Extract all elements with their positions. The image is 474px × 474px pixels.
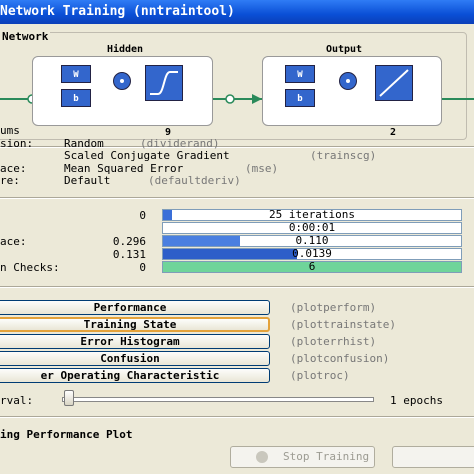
progress-epoch-start: 0: [139, 209, 146, 222]
progress-validation-text: 6: [308, 260, 316, 273]
algorithms-section-label: ums: [0, 124, 20, 137]
output-transfer-function: [375, 65, 413, 101]
progress-performance-text: 0.110: [295, 234, 329, 247]
stop-training-button[interactable]: Stop Training: [230, 446, 375, 468]
status-message: ing Performance Plot: [0, 428, 133, 441]
main-frame: Network Hidden W b 9 Output W b 2 ums si…: [0, 24, 474, 474]
algo-label-3: re:: [0, 174, 20, 187]
algo-value-1: Scaled Conjugate Gradient: [64, 149, 230, 162]
divider: [0, 416, 474, 418]
plot-interval-slider-track[interactable]: [62, 397, 374, 402]
divider: [0, 197, 474, 199]
algo-code-2: (mse): [245, 162, 279, 175]
roc-plot-button[interactable]: er Operating Characteristic: [0, 368, 270, 383]
progress-gradient-bar: 0.0139: [162, 248, 462, 260]
hidden-weight-block: W: [61, 65, 91, 83]
hidden-bias-block: b: [61, 89, 91, 107]
hidden-layer-title: Hidden: [106, 44, 144, 55]
plot-interval-value: 1 epochs: [390, 394, 443, 407]
progress-performance-start: 0.296: [112, 235, 146, 248]
roc-plot-code: (plotroc): [290, 369, 350, 382]
confusion-plot-button[interactable]: Confusion: [0, 351, 270, 366]
training-state-plot-button[interactable]: Training State: [0, 317, 270, 332]
output-layer-title: Output: [325, 44, 363, 55]
error-histogram-plot-code: (ploterrhist): [290, 335, 377, 348]
progress-epoch-text: 25 iterations: [268, 208, 356, 221]
performance-plot-button[interactable]: Performance: [0, 300, 270, 315]
hidden-sum-node: [113, 72, 131, 90]
output-layer-block: W b: [262, 56, 442, 126]
window-title: Network Training (nntraintool): [0, 4, 235, 19]
progress-time-bar: 0:00:01: [162, 222, 462, 234]
output-sum-node: [339, 72, 357, 90]
algo-code-1: (trainscg): [310, 149, 377, 162]
progress-performance-bar: 0.110: [162, 235, 462, 247]
window-titlebar: Network Training (nntraintool): [0, 0, 474, 24]
progress-time-text: 0:00:01: [288, 221, 336, 234]
progress-validation-start: 0: [139, 261, 146, 274]
algo-label-0: sion:: [0, 137, 34, 150]
hidden-transfer-function: [145, 65, 183, 101]
progress-validation-bar: 6: [162, 261, 462, 273]
error-histogram-plot-button[interactable]: Error Histogram: [0, 334, 270, 349]
plot-interval-slider-thumb[interactable]: [64, 390, 74, 406]
performance-plot-code: (plotperform): [290, 301, 377, 314]
divider: [0, 286, 474, 288]
progress-performance-label: ace:: [0, 235, 27, 248]
confusion-plot-code: (plotconfusion): [290, 352, 390, 365]
stop-icon: [256, 451, 268, 463]
output-bias-block: b: [285, 89, 315, 107]
stop-training-label: Stop Training: [283, 450, 370, 463]
progress-gradient-start: 0.131: [112, 248, 146, 261]
progress-gradient-text: 0.0139: [292, 247, 332, 260]
plot-interval-label: rval:: [0, 394, 34, 407]
cancel-button[interactable]: [392, 446, 474, 468]
output-layer-count: 2: [390, 127, 397, 138]
network-section-label: Network: [0, 30, 51, 43]
algo-value-3: Default: [64, 174, 111, 187]
output-weight-block: W: [285, 65, 315, 83]
hidden-layer-block: W b: [32, 56, 213, 126]
training-state-plot-code: (plottrainstate): [290, 318, 396, 331]
progress-validation-label: n Checks:: [0, 261, 60, 274]
algo-code-3: (defaultderiv): [148, 174, 241, 187]
progress-epoch-bar: 25 iterations: [162, 209, 462, 221]
